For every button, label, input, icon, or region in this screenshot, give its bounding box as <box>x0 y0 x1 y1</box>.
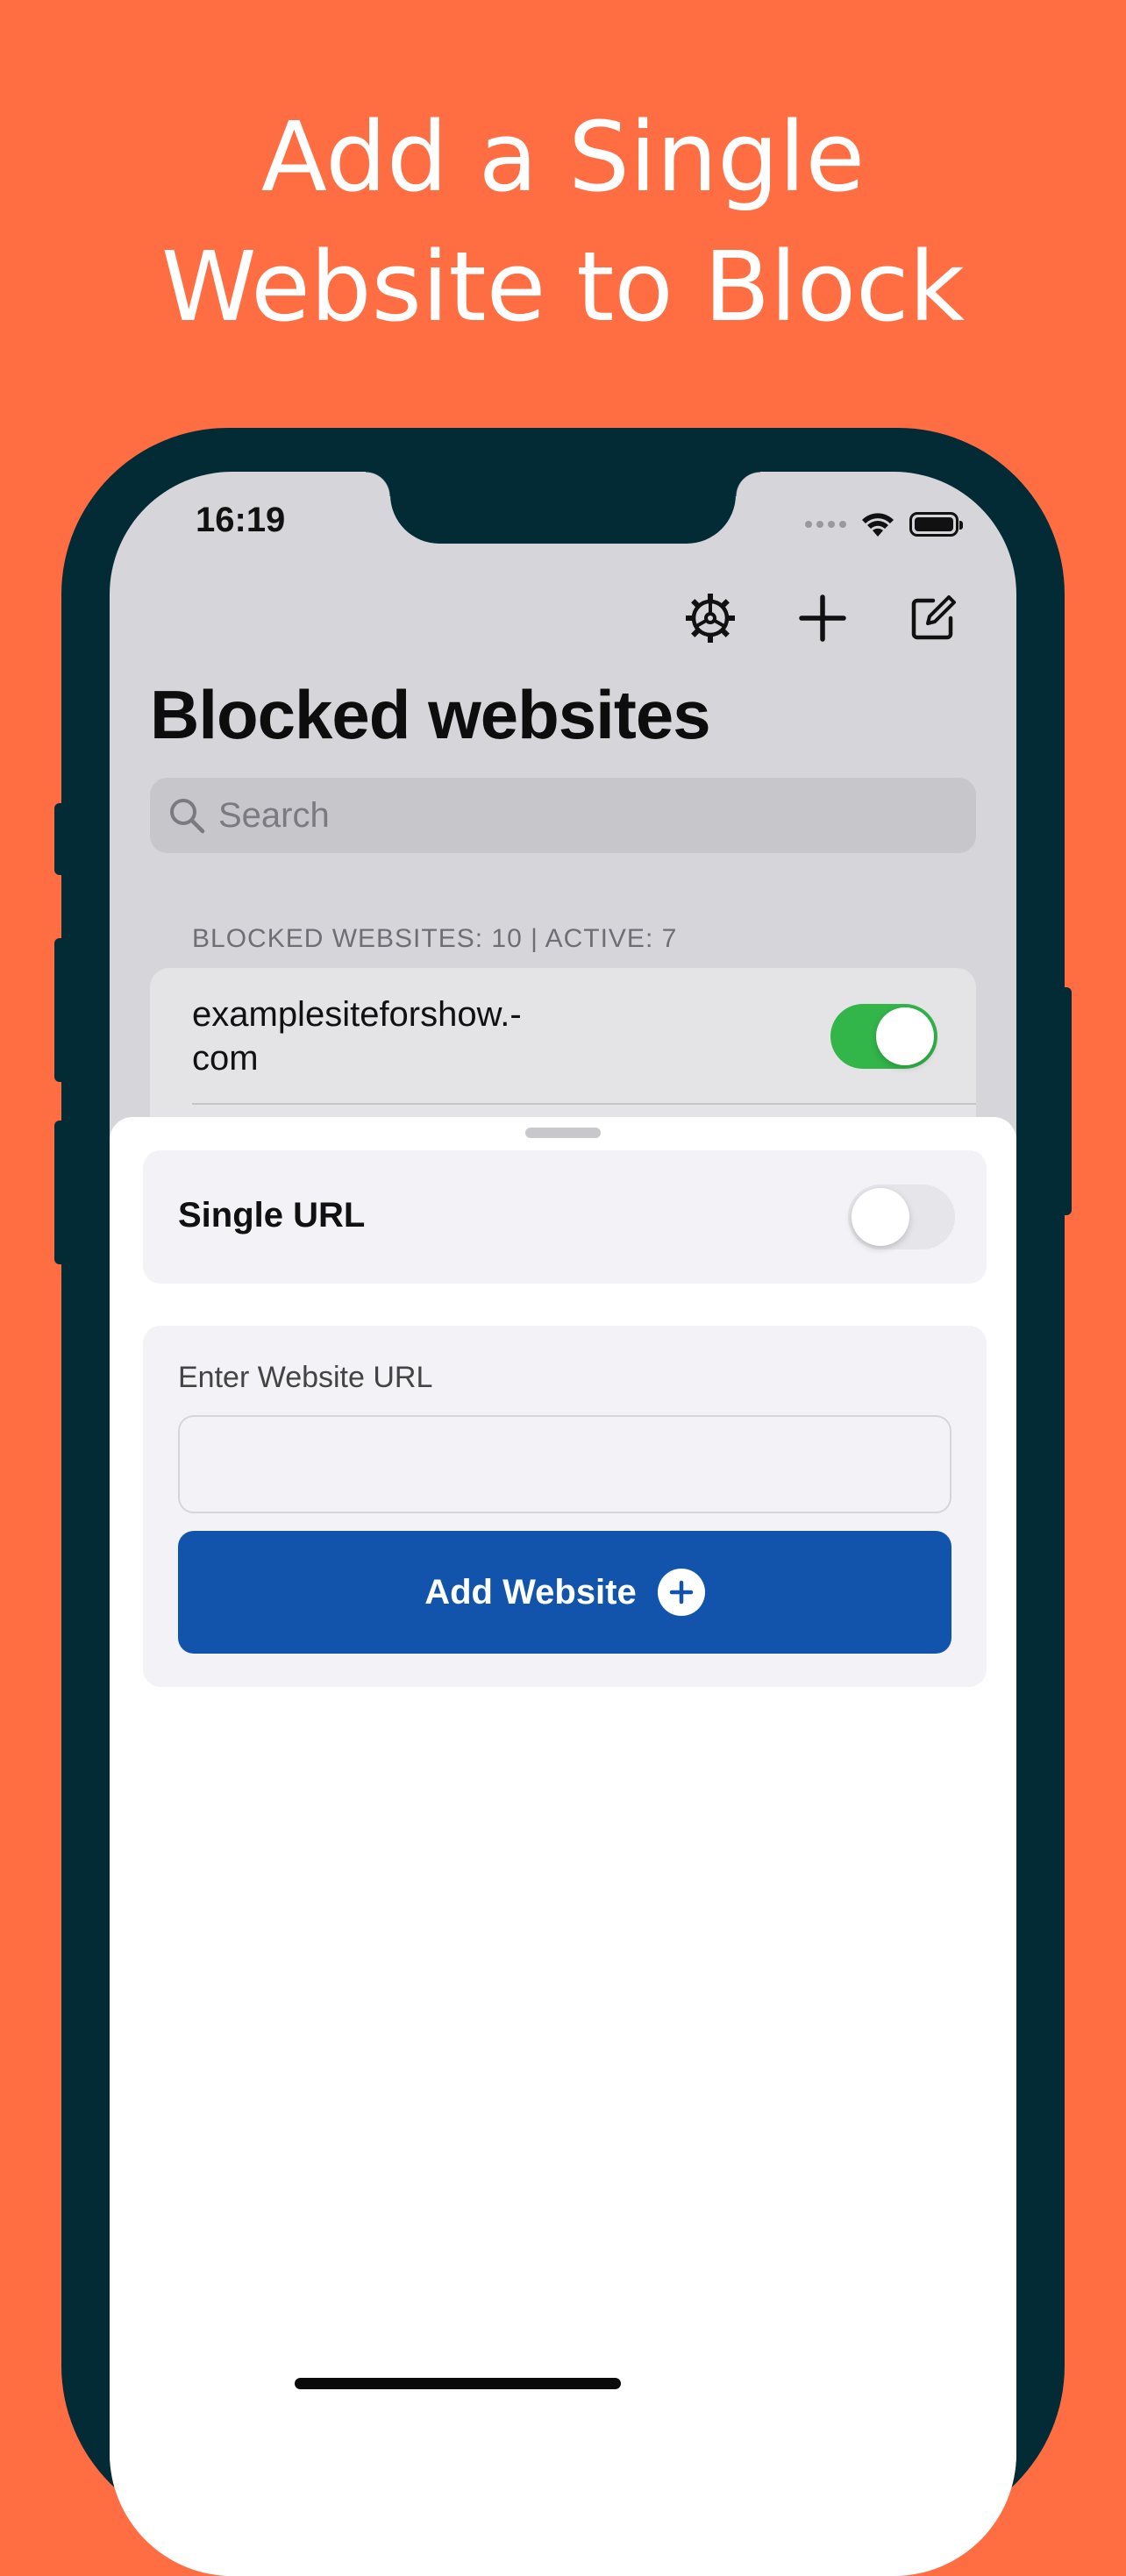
notch <box>366 472 760 544</box>
phone-screen: 16:19 Blocked websites Search BLOCKED WE… <box>110 472 1016 2576</box>
search-icon <box>170 799 205 834</box>
settings-button[interactable] <box>680 587 741 649</box>
edit-button[interactable] <box>902 587 964 649</box>
status-time: 16:19 <box>196 501 286 539</box>
section-header: BLOCKED WEBSITES: 10 | ACTIVE: 7 <box>192 924 678 953</box>
row-divider <box>192 1103 976 1105</box>
add-website-button[interactable]: Add Website <box>178 1531 951 1654</box>
headline-line-2: Website to Block <box>160 231 966 343</box>
url-input[interactable] <box>178 1415 951 1513</box>
single-url-toggle[interactable] <box>848 1185 955 1249</box>
plus-circle-icon <box>657 1569 705 1616</box>
compose-icon <box>911 595 956 640</box>
search-bar[interactable]: Search <box>150 778 976 853</box>
cellular-dots-icon <box>805 521 846 528</box>
battery-icon <box>909 512 963 537</box>
website-toggle[interactable] <box>830 1004 937 1069</box>
list-item[interactable]: examplesiteforshow.- com <box>150 968 976 1105</box>
add-website-label: Add Website <box>424 1572 637 1612</box>
add-button[interactable] <box>792 587 853 649</box>
wifi-icon <box>862 513 894 537</box>
toggle-knob <box>876 1007 934 1065</box>
marketing-headline: Add a Single Website to Block <box>0 92 1126 352</box>
toggle-knob <box>852 1188 909 1246</box>
page-title: Blocked websites <box>150 676 711 753</box>
url-field-label: Enter Website URL <box>178 1361 433 1394</box>
sheet-grabber[interactable] <box>525 1128 601 1138</box>
add-website-sheet: Single URL Enter Website URL Add Website <box>110 1117 1016 2576</box>
single-url-card: Single URL <box>143 1150 987 1284</box>
plus-icon <box>799 594 846 642</box>
home-indicator[interactable] <box>295 2378 621 2389</box>
status-icons <box>805 507 963 542</box>
url-form-card: Enter Website URL Add Website <box>143 1326 987 1687</box>
gear-icon <box>686 594 735 643</box>
website-domain: examplesiteforshow.- com <box>192 995 522 1078</box>
search-placeholder: Search <box>218 795 330 835</box>
single-url-label: Single URL <box>178 1196 366 1235</box>
headline-line-1: Add a Single <box>260 101 866 213</box>
phone-frame: 16:19 Blocked websites Search BLOCKED WE… <box>61 428 1065 2576</box>
